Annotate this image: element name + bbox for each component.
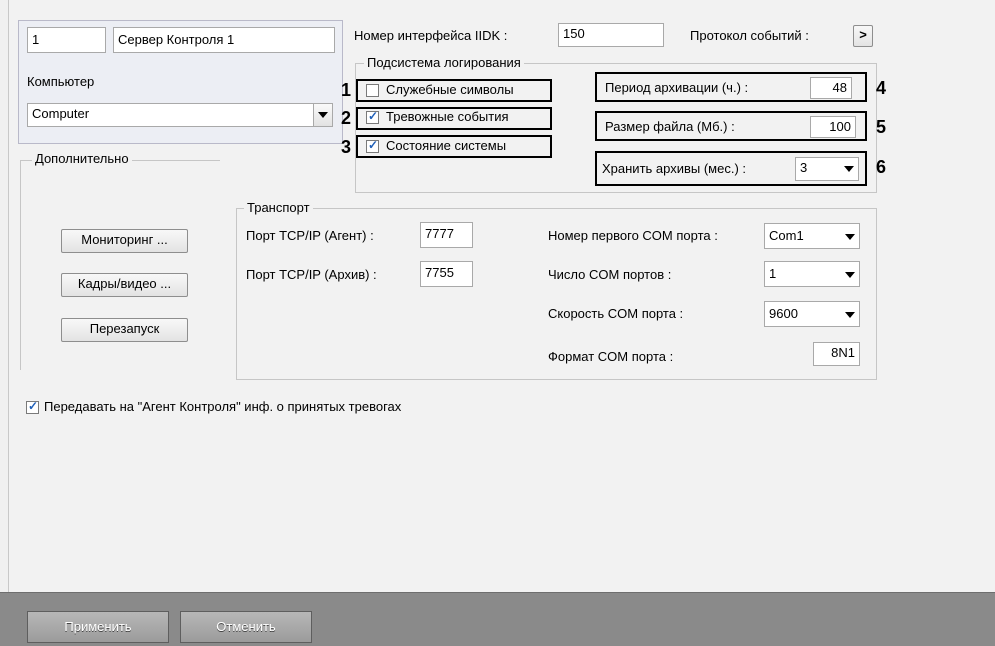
marker-1: 1: [341, 80, 352, 100]
alarm-events-checkbox[interactable]: [366, 109, 379, 124]
chevron-down-icon: [318, 112, 328, 118]
com-count-value: 1: [769, 266, 777, 281]
com-first-label: Номер первого COM порта :: [548, 228, 718, 243]
com-count-label: Число COM портов :: [548, 267, 672, 282]
server-id-field[interactable]: 1: [27, 27, 106, 53]
com-format-field[interactable]: 8N1: [813, 342, 860, 366]
monitoring-button[interactable]: Мониторинг ...: [61, 229, 188, 253]
logging-group-label: Подсистема логирования: [364, 56, 524, 70]
archive-period-field[interactable]: 48: [810, 77, 852, 99]
service-symbols-checkbox[interactable]: [366, 84, 379, 97]
alarm-events-label: Тревожные события: [386, 109, 509, 124]
marker-5: 5: [876, 117, 887, 137]
event-protocol-label: Протокол событий :: [690, 28, 809, 43]
archive-period-label: Период архивации (ч.) :: [605, 80, 749, 95]
transport-group-label: Транспорт: [244, 201, 313, 215]
com-first-select[interactable]: Com1: [764, 223, 860, 249]
tcp-agent-label: Порт TCP/IP (Агент) :: [246, 228, 374, 243]
file-size-field[interactable]: 100: [810, 116, 856, 138]
keep-archives-label: Хранить архивы (мес.) :: [602, 161, 747, 176]
chevron-down-icon: [845, 272, 855, 278]
marker-6: 6: [876, 157, 887, 177]
file-size-label: Размер файла (Мб.) :: [605, 119, 735, 134]
com-count-select[interactable]: 1: [764, 261, 860, 287]
com-speed-label: Скорость COM порта :: [548, 306, 684, 321]
marker-4: 4: [876, 78, 887, 98]
system-state-label: Состояние системы: [386, 138, 507, 153]
tcp-archive-label: Порт TCP/IP (Архив) :: [246, 267, 377, 282]
event-protocol-button[interactable]: >: [853, 25, 873, 47]
forward-alarms-checkbox[interactable]: [26, 399, 39, 414]
forward-alarms-label: Передавать на "Агент Контроля" инф. о пр…: [44, 399, 402, 414]
marker-2: 2: [341, 108, 352, 128]
computer-select-value: Computer: [32, 106, 90, 121]
com-speed-value: 9600: [769, 306, 798, 321]
server-name-field[interactable]: Сервер Контроля 1: [113, 27, 335, 53]
extra-group-label: Дополнительно: [32, 152, 132, 166]
computer-label: Компьютер: [27, 74, 95, 89]
service-symbols-label: Служебные символы: [386, 82, 514, 97]
chevron-down-icon: [844, 166, 854, 172]
chevron-down-icon: [845, 234, 855, 240]
keep-archives-select[interactable]: 3: [795, 157, 859, 181]
cancel-button[interactable]: Отменить: [180, 611, 312, 643]
tcp-archive-field[interactable]: 7755: [420, 261, 473, 287]
com-first-value: Com1: [769, 228, 804, 243]
tcp-agent-field[interactable]: 7777: [420, 222, 473, 248]
system-state-checkbox[interactable]: [366, 138, 379, 153]
com-speed-select[interactable]: 9600: [764, 301, 860, 327]
marker-3: 3: [341, 137, 352, 157]
computer-select[interactable]: Computer: [27, 103, 333, 127]
keep-archives-value: 3: [800, 160, 808, 175]
frames-video-button[interactable]: Кадры/видео ...: [61, 273, 188, 297]
com-format-label: Формат COM порта :: [548, 349, 674, 364]
apply-button[interactable]: Применить: [27, 611, 169, 643]
restart-button[interactable]: Перезапуск: [61, 318, 188, 342]
iidk-number-field[interactable]: 150: [558, 23, 664, 47]
iidk-label: Номер интерфейса IIDK :: [354, 28, 508, 43]
chevron-down-icon: [845, 312, 855, 318]
